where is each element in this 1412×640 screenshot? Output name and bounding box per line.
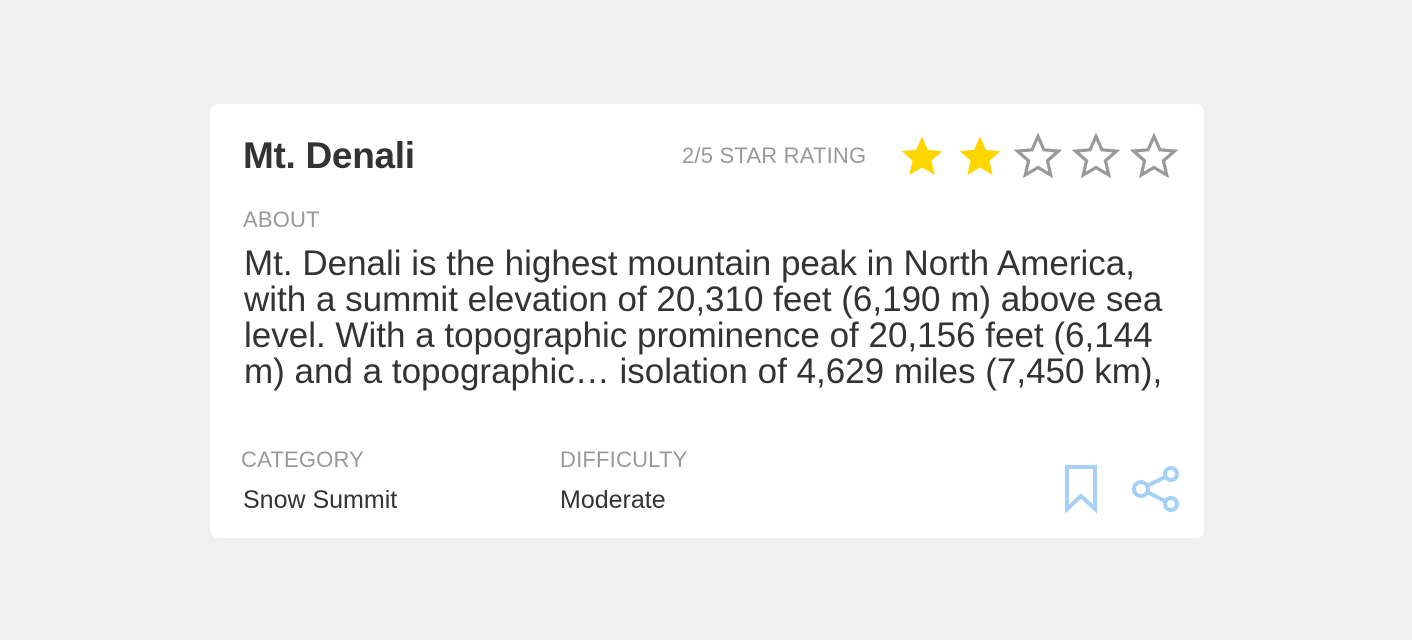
card-title: Mt. Denali [243,135,415,176]
star-4-icon[interactable] [1072,132,1120,180]
category-label: CATEGORY [241,447,365,472]
about-text: Mt. Denali is the highest mountain peak … [244,244,1163,391]
difficulty-value: Moderate [560,486,666,514]
star-3-icon[interactable] [1014,132,1062,180]
share-icon [1132,466,1179,512]
star-1-icon[interactable] [898,132,946,180]
difficulty-label: DIFFICULTY [560,447,688,472]
bookmark-icon [1065,465,1097,514]
star-5-icon[interactable] [1130,132,1178,180]
rating-label: 2/5 STAR RATING [682,143,867,168]
bookmark-button[interactable] [1063,464,1099,514]
share-button[interactable] [1130,466,1182,512]
star-rating [898,132,1178,180]
about-label: ABOUT [243,207,320,232]
category-value: Snow Summit [243,486,398,514]
star-2-icon[interactable] [956,132,1004,180]
trail-card: Mt. Denali 2/5 STAR RATING ABOUT Mt. Den… [210,104,1204,538]
